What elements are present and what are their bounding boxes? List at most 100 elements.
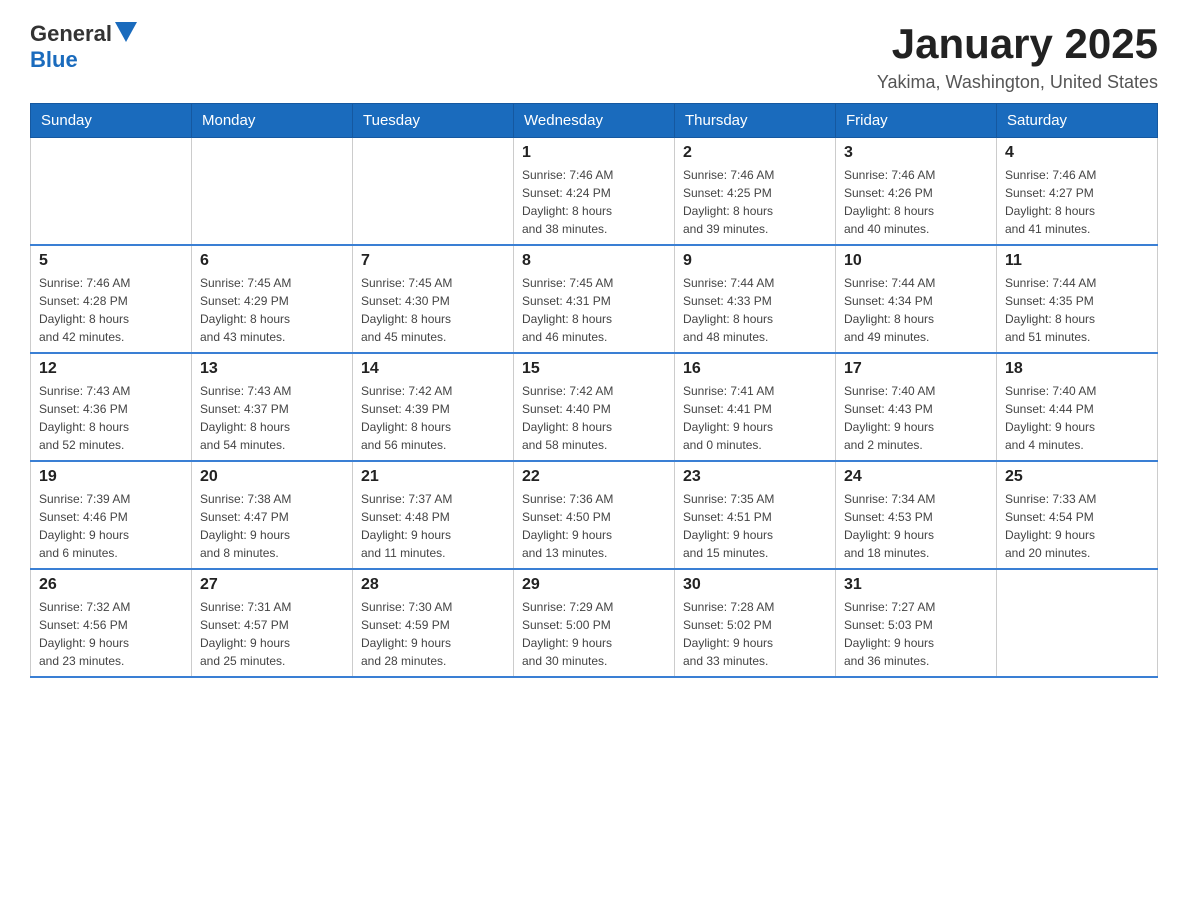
calendar-day-header: Wednesday	[514, 104, 675, 138]
day-number: 2	[683, 144, 827, 162]
calendar-cell: 31 Sunrise: 7:27 AM Sunset: 5:03 PM Dayli…	[836, 569, 997, 677]
calendar-table: SundayMondayTuesdayWednesdayThursdayFrid…	[30, 103, 1158, 678]
calendar-week-row: 12 Sunrise: 7:43 AM Sunset: 4:36 PM Dayli…	[31, 353, 1158, 461]
calendar-header-row: SundayMondayTuesdayWednesdayThursdayFrid…	[31, 104, 1158, 138]
day-info: Sunrise: 7:44 AM Sunset: 4:35 PM Dayligh…	[1005, 274, 1149, 346]
logo-blue: Blue	[30, 47, 78, 73]
calendar-day-header: Monday	[192, 104, 353, 138]
day-number: 26	[39, 576, 183, 594]
calendar-cell	[31, 138, 192, 246]
calendar-cell: 19Sunrise: 7:39 AM Sunset: 4:46 PM Dayli…	[31, 461, 192, 569]
calendar-cell	[997, 569, 1158, 677]
day-number: 7	[361, 252, 505, 270]
calendar-cell: 30 Sunrise: 7:28 AM Sunset: 5:02 PM Dayli…	[675, 569, 836, 677]
calendar-day-header: Tuesday	[353, 104, 514, 138]
day-info: Sunrise: 7:46 AM Sunset: 4:27 PM Dayligh…	[1005, 166, 1149, 238]
calendar-cell: 4 Sunrise: 7:46 AM Sunset: 4:27 PM Daylig…	[997, 138, 1158, 246]
day-info: Sunrise: 7:46 AM Sunset: 4:25 PM Dayligh…	[683, 166, 827, 238]
day-info: Sunrise: 7:36 AM Sunset: 4:50 PM Dayligh…	[522, 490, 666, 562]
day-number: 20	[200, 468, 344, 486]
calendar-cell: 10 Sunrise: 7:44 AM Sunset: 4:34 PM Dayli…	[836, 245, 997, 353]
calendar-cell: 9 Sunrise: 7:44 AM Sunset: 4:33 PM Daylig…	[675, 245, 836, 353]
calendar-cell	[192, 138, 353, 246]
day-number: 9	[683, 252, 827, 270]
day-number: 27	[200, 576, 344, 594]
calendar-cell: 15Sunrise: 7:42 AM Sunset: 4:40 PM Dayli…	[514, 353, 675, 461]
logo-triangle-icon	[115, 22, 137, 42]
calendar-cell: 27 Sunrise: 7:31 AM Sunset: 4:57 PM Dayli…	[192, 569, 353, 677]
day-info: Sunrise: 7:46 AM Sunset: 4:28 PM Dayligh…	[39, 274, 183, 346]
day-info: Sunrise: 7:34 AM Sunset: 4:53 PM Dayligh…	[844, 490, 988, 562]
day-number: 1	[522, 144, 666, 162]
day-info: Sunrise: 7:46 AM Sunset: 4:26 PM Dayligh…	[844, 166, 988, 238]
day-info: Sunrise: 7:44 AM Sunset: 4:33 PM Dayligh…	[683, 274, 827, 346]
day-number: 14	[361, 360, 505, 378]
calendar-cell: 6 Sunrise: 7:45 AM Sunset: 4:29 PM Daylig…	[192, 245, 353, 353]
day-info: Sunrise: 7:45 AM Sunset: 4:31 PM Dayligh…	[522, 274, 666, 346]
day-number: 30	[683, 576, 827, 594]
calendar-day-header: Thursday	[675, 104, 836, 138]
day-number: 12	[39, 360, 183, 378]
calendar-cell: 29Sunrise: 7:29 AM Sunset: 5:00 PM Dayli…	[514, 569, 675, 677]
calendar-week-row: 1Sunrise: 7:46 AM Sunset: 4:24 PM Daylig…	[31, 138, 1158, 246]
day-number: 21	[361, 468, 505, 486]
day-number: 28	[361, 576, 505, 594]
calendar-cell: 1Sunrise: 7:46 AM Sunset: 4:24 PM Daylig…	[514, 138, 675, 246]
day-number: 6	[200, 252, 344, 270]
calendar-cell: 17Sunrise: 7:40 AM Sunset: 4:43 PM Dayli…	[836, 353, 997, 461]
day-number: 13	[200, 360, 344, 378]
calendar-cell: 13 Sunrise: 7:43 AM Sunset: 4:37 PM Dayli…	[192, 353, 353, 461]
day-number: 11	[1005, 252, 1149, 270]
calendar-cell: 3Sunrise: 7:46 AM Sunset: 4:26 PM Daylig…	[836, 138, 997, 246]
calendar-cell: 22 Sunrise: 7:36 AM Sunset: 4:50 PM Dayli…	[514, 461, 675, 569]
day-number: 4	[1005, 144, 1149, 162]
day-info: Sunrise: 7:33 AM Sunset: 4:54 PM Dayligh…	[1005, 490, 1149, 562]
calendar-week-row: 19Sunrise: 7:39 AM Sunset: 4:46 PM Dayli…	[31, 461, 1158, 569]
calendar-week-row: 26 Sunrise: 7:32 AM Sunset: 4:56 PM Dayli…	[31, 569, 1158, 677]
day-info: Sunrise: 7:45 AM Sunset: 4:30 PM Dayligh…	[361, 274, 505, 346]
day-info: Sunrise: 7:28 AM Sunset: 5:02 PM Dayligh…	[683, 598, 827, 670]
calendar-cell: 28 Sunrise: 7:30 AM Sunset: 4:59 PM Dayli…	[353, 569, 514, 677]
calendar-cell: 8 Sunrise: 7:45 AM Sunset: 4:31 PM Daylig…	[514, 245, 675, 353]
day-info: Sunrise: 7:45 AM Sunset: 4:29 PM Dayligh…	[200, 274, 344, 346]
day-info: Sunrise: 7:42 AM Sunset: 4:39 PM Dayligh…	[361, 382, 505, 454]
title-area: January 2025 Yakima, Washington, United …	[877, 20, 1158, 93]
day-info: Sunrise: 7:27 AM Sunset: 5:03 PM Dayligh…	[844, 598, 988, 670]
day-number: 22	[522, 468, 666, 486]
calendar-subtitle: Yakima, Washington, United States	[877, 72, 1158, 93]
day-info: Sunrise: 7:35 AM Sunset: 4:51 PM Dayligh…	[683, 490, 827, 562]
day-number: 5	[39, 252, 183, 270]
calendar-cell: 12 Sunrise: 7:43 AM Sunset: 4:36 PM Dayli…	[31, 353, 192, 461]
calendar-cell: 21Sunrise: 7:37 AM Sunset: 4:48 PM Dayli…	[353, 461, 514, 569]
day-info: Sunrise: 7:43 AM Sunset: 4:36 PM Dayligh…	[39, 382, 183, 454]
day-number: 16	[683, 360, 827, 378]
logo: General Blue	[30, 20, 137, 73]
day-number: 8	[522, 252, 666, 270]
day-info: Sunrise: 7:30 AM Sunset: 4:59 PM Dayligh…	[361, 598, 505, 670]
calendar-cell: 18 Sunrise: 7:40 AM Sunset: 4:44 PM Dayli…	[997, 353, 1158, 461]
calendar-title: January 2025	[877, 20, 1158, 68]
day-info: Sunrise: 7:40 AM Sunset: 4:44 PM Dayligh…	[1005, 382, 1149, 454]
day-info: Sunrise: 7:41 AM Sunset: 4:41 PM Dayligh…	[683, 382, 827, 454]
day-info: Sunrise: 7:43 AM Sunset: 4:37 PM Dayligh…	[200, 382, 344, 454]
calendar-cell: 14 Sunrise: 7:42 AM Sunset: 4:39 PM Dayli…	[353, 353, 514, 461]
day-info: Sunrise: 7:29 AM Sunset: 5:00 PM Dayligh…	[522, 598, 666, 670]
day-number: 31	[844, 576, 988, 594]
calendar-cell	[353, 138, 514, 246]
calendar-cell: 24 Sunrise: 7:34 AM Sunset: 4:53 PM Dayli…	[836, 461, 997, 569]
calendar-day-header: Saturday	[997, 104, 1158, 138]
page-header: General Blue January 2025 Yakima, Washin…	[30, 20, 1158, 93]
day-number: 18	[1005, 360, 1149, 378]
day-number: 10	[844, 252, 988, 270]
calendar-cell: 25Sunrise: 7:33 AM Sunset: 4:54 PM Dayli…	[997, 461, 1158, 569]
day-info: Sunrise: 7:38 AM Sunset: 4:47 PM Dayligh…	[200, 490, 344, 562]
logo-general: General	[30, 21, 112, 47]
day-number: 24	[844, 468, 988, 486]
day-info: Sunrise: 7:32 AM Sunset: 4:56 PM Dayligh…	[39, 598, 183, 670]
calendar-cell: 11 Sunrise: 7:44 AM Sunset: 4:35 PM Dayli…	[997, 245, 1158, 353]
day-info: Sunrise: 7:39 AM Sunset: 4:46 PM Dayligh…	[39, 490, 183, 562]
calendar-day-header: Friday	[836, 104, 997, 138]
day-info: Sunrise: 7:44 AM Sunset: 4:34 PM Dayligh…	[844, 274, 988, 346]
day-info: Sunrise: 7:42 AM Sunset: 4:40 PM Dayligh…	[522, 382, 666, 454]
day-info: Sunrise: 7:31 AM Sunset: 4:57 PM Dayligh…	[200, 598, 344, 670]
